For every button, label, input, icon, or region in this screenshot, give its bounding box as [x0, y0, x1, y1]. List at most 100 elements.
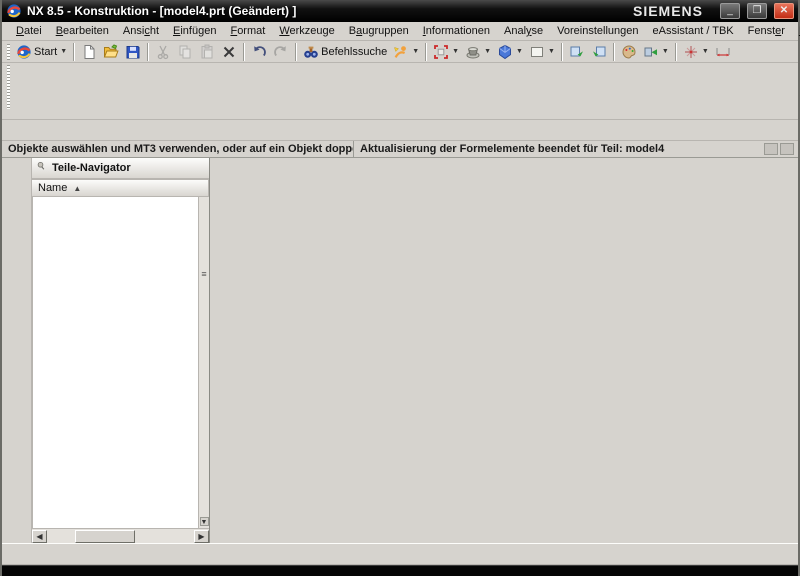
menu-informationen[interactable]: Informationen [416, 23, 497, 39]
pin-icon[interactable] [36, 161, 48, 176]
maximize-button[interactable]: ❐ [747, 3, 767, 19]
save-button[interactable] [122, 42, 144, 62]
menu-hilfe[interactable]: Hilfe [792, 23, 800, 39]
minimize-button[interactable]: _ [720, 3, 740, 19]
prompt-line: Objekte auswählen und MT3 verwenden, ode… [2, 141, 354, 157]
menu-voreinstellungen[interactable]: Voreinstellungen [550, 23, 645, 39]
doc-new-button[interactable] [78, 42, 100, 62]
status-icons [764, 143, 798, 155]
nx-start-icon [16, 44, 32, 60]
snap-cross-icon [683, 44, 699, 60]
title-bar: NX 8.5 - Konstruktion - [model4.prt (Geä… [2, 0, 798, 22]
menu-werkzeuge[interactable]: Werkzeuge [272, 23, 341, 39]
dropdown-arrow[interactable]: ▼ [516, 48, 523, 55]
part-navigator-title: Teile-Navigator [52, 162, 131, 174]
copy-button[interactable] [174, 42, 196, 62]
navigator-vertical-scrollbar[interactable]: ≡ ▼ [198, 197, 209, 528]
scroll-left-button[interactable]: ◀ [32, 530, 47, 543]
toolbar-separator [561, 43, 563, 61]
feature-toolbar [2, 63, 798, 120]
menu-baugruppen[interactable]: Baugruppen [342, 23, 416, 39]
standard-toolbar: Start▼ Befehlssuche ▼ ▼ ▼ ▼ ▼ ▼ ▼ [2, 41, 798, 63]
scrollbar-grip-icon[interactable]: ≡ [201, 269, 206, 279]
dropdown-arrow[interactable]: ▼ [702, 48, 709, 55]
menu-fenster[interactable]: Fenster [741, 23, 792, 39]
dim-h-button[interactable] [712, 42, 734, 62]
binoculars-icon [303, 44, 319, 60]
viewport-canvas[interactable] [210, 158, 798, 543]
snap-cross-button[interactable]: ▼ [680, 42, 712, 62]
toolbar-grip[interactable] [7, 44, 10, 60]
nx-start-button[interactable]: Start▼ [13, 42, 70, 62]
folder-open-button[interactable] [100, 42, 122, 62]
dropdown-arrow[interactable]: ▼ [484, 48, 491, 55]
palette-button[interactable] [618, 42, 640, 62]
menu-format[interactable]: Format [223, 23, 272, 39]
fit-view-button[interactable]: ▼ [430, 42, 462, 62]
navigator-body: ≡ ▼ [32, 197, 209, 528]
delete-button[interactable] [218, 42, 240, 62]
status-icon-2[interactable] [780, 143, 794, 155]
dropdown-arrow[interactable]: ▼ [548, 48, 555, 55]
binoculars-label: Befehlssuche [321, 46, 387, 58]
menu-eassistant-tbk[interactable]: eAssistant / TBK [646, 23, 741, 39]
name-column-header[interactable]: Name ▲ [32, 179, 209, 197]
undo-icon [251, 44, 267, 60]
cut-button[interactable] [152, 42, 174, 62]
doc-new-icon [81, 44, 97, 60]
menu-ansicht[interactable]: Ansicht [116, 23, 166, 39]
dropdown-arrow[interactable]: ▼ [60, 48, 67, 55]
win-import-button[interactable] [588, 42, 610, 62]
win-export-button[interactable] [566, 42, 588, 62]
view-cube-button[interactable]: ▼ [494, 42, 526, 62]
status-icon-1[interactable] [764, 143, 778, 155]
menu-datei[interactable]: Datei [9, 23, 49, 39]
menu-einfügen[interactable]: Einfügen [166, 23, 223, 39]
save-icon [125, 44, 141, 60]
graphics-viewport[interactable] [210, 158, 798, 543]
toolbar-separator [425, 43, 427, 61]
dropdown-arrow[interactable]: ▼ [412, 48, 419, 55]
view-cube-icon [497, 44, 513, 60]
dropdown-arrow[interactable]: ▼ [452, 48, 459, 55]
toolbar-separator [613, 43, 615, 61]
main-area: Teile-Navigator Name ▲ ≡ ▼ ◀ ▶ [2, 158, 798, 543]
part-navigator-header: Teile-Navigator [32, 158, 209, 179]
scroll-right-button[interactable]: ▶ [194, 530, 209, 543]
menu-bearbeiten[interactable]: Bearbeiten [49, 23, 116, 39]
nx-window: NX 8.5 - Konstruktion - [model4.prt (Geä… [0, 0, 800, 576]
folder-open-icon [103, 44, 119, 60]
toolbar-separator [675, 43, 677, 61]
dropdown-arrow[interactable]: ▼ [662, 48, 669, 55]
sketch-toolbar [2, 543, 798, 565]
render-style-button[interactable]: ▼ [462, 42, 494, 62]
palette-icon [621, 44, 637, 60]
siemens-logo: SIEMENS [633, 3, 703, 19]
paste-button[interactable] [196, 42, 218, 62]
status-bar: Objekte auswählen und MT3 verwenden, ode… [2, 141, 798, 158]
horizontal-scroll-thumb[interactable] [75, 530, 135, 543]
undo-button[interactable] [248, 42, 270, 62]
close-button[interactable]: ✕ [774, 3, 794, 19]
selection-bar [2, 120, 798, 141]
cut-icon [155, 44, 171, 60]
menu-analyse[interactable]: Analyse [497, 23, 550, 39]
resource-bar [2, 158, 32, 543]
sketch-task-icon [393, 44, 409, 60]
navigator-horizontal-scrollbar[interactable]: ◀ ▶ [32, 528, 209, 543]
toolbar-grip[interactable] [7, 65, 10, 109]
menu-bar: DateiBearbeitenAnsichtEinfügenFormatWerk… [2, 22, 798, 41]
sketch-task-button[interactable]: ▼ [390, 42, 422, 62]
sort-ascending-icon: ▲ [73, 184, 81, 193]
binoculars-button[interactable]: Befehlssuche [300, 42, 390, 62]
window-bottom-border [2, 565, 798, 576]
status-message: Aktualisierung der Formelemente beendet … [354, 141, 764, 157]
play-view-button[interactable]: ▼ [640, 42, 672, 62]
scroll-down-button[interactable]: ▼ [200, 517, 209, 526]
shaded-rect-button[interactable]: ▼ [526, 42, 558, 62]
toolbar-separator [73, 43, 75, 61]
redo-icon [273, 44, 289, 60]
redo-button[interactable] [270, 42, 292, 62]
paste-icon [199, 44, 215, 60]
toolbar-separator [243, 43, 245, 61]
